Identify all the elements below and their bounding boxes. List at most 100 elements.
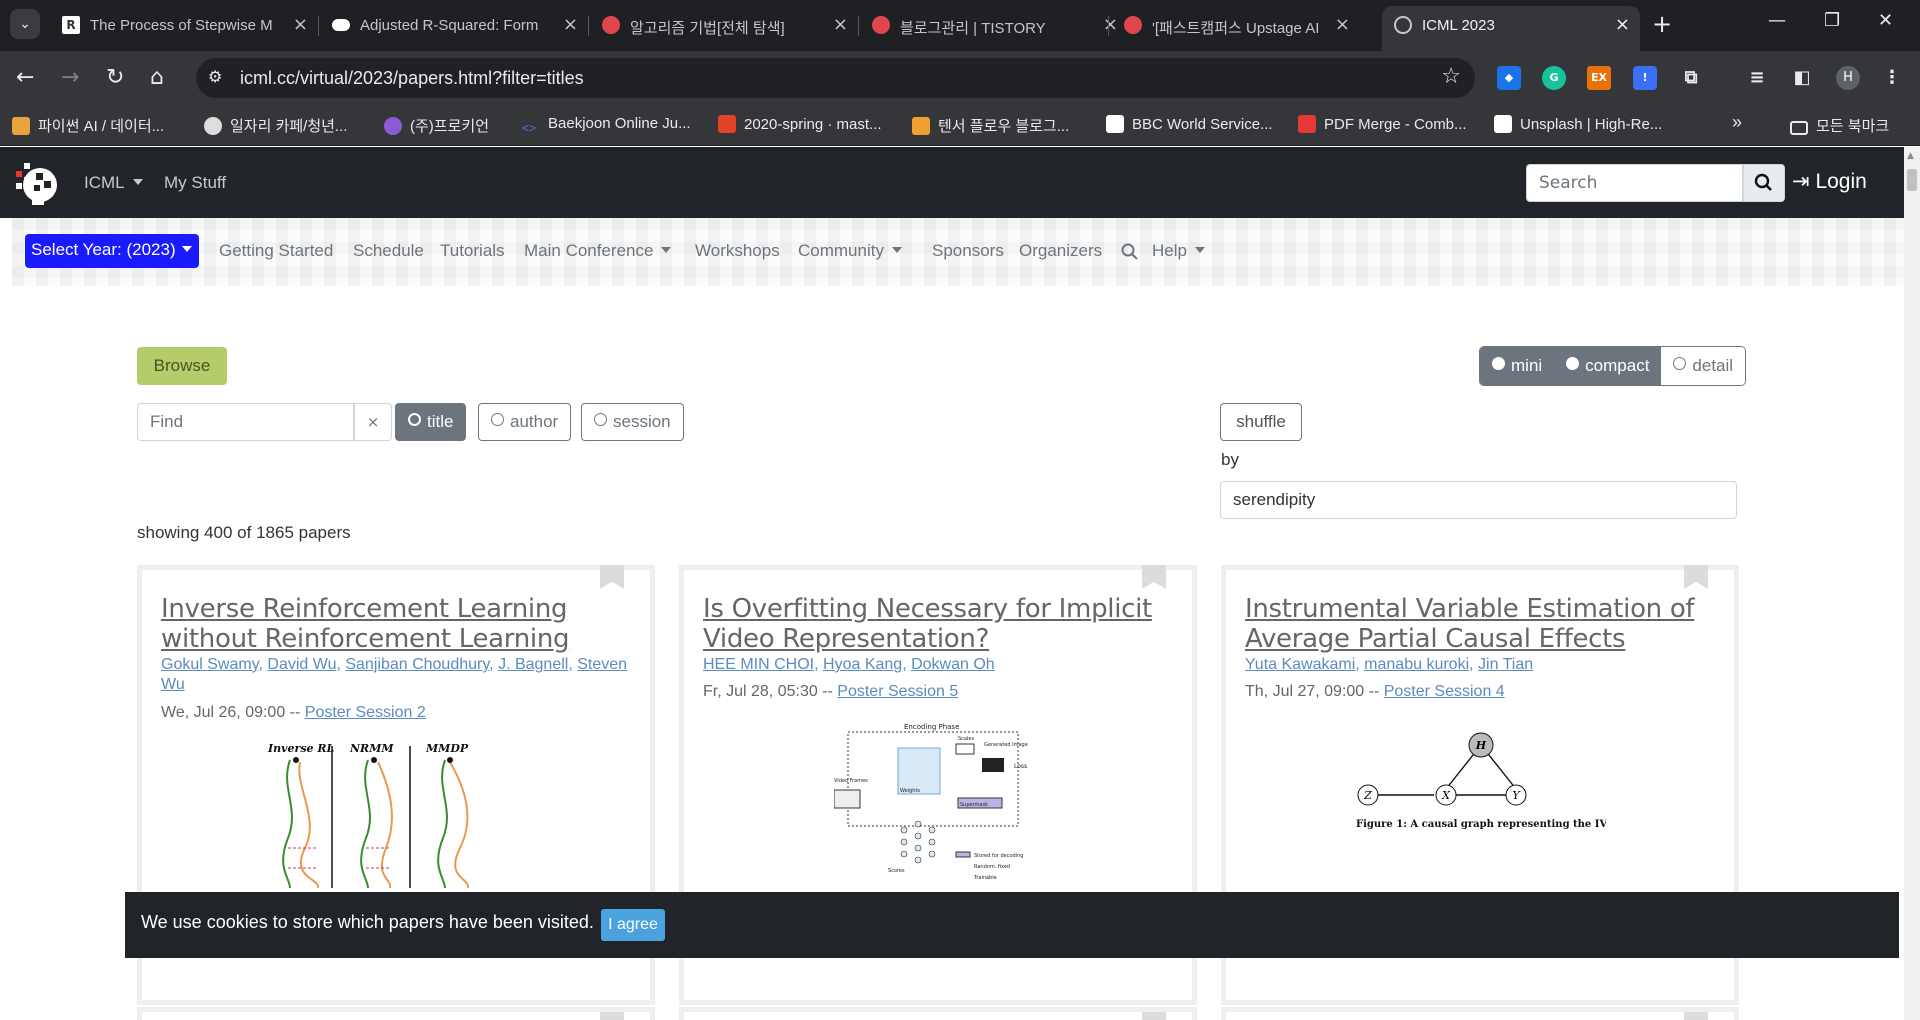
bookmark-item[interactable]: 2020-spring · mast...	[718, 115, 882, 133]
view-compact-option[interactable]: compact	[1554, 347, 1662, 385]
author-link[interactable]: HEE MIN CHOI	[703, 656, 814, 673]
bookmark-item[interactable]: <> Baekjoon Online Ju...	[522, 115, 691, 139]
bitwarden-icon[interactable]: !	[1633, 66, 1657, 90]
poster-session-link[interactable]: Poster Session 2	[305, 704, 426, 721]
page-scrollbar[interactable]: ▲	[1904, 147, 1920, 1020]
subnav-getting-started[interactable]: Getting Started	[219, 241, 333, 261]
paper-title-link[interactable]: Is Overfitting Necessary for Implicit Vi…	[703, 594, 1170, 654]
bookmark-item[interactable]: Unsplash | High-Re...	[1494, 115, 1662, 133]
paper-title-link[interactable]: Inverse Reinforcement Learning without R…	[161, 594, 628, 654]
paper-title-link[interactable]: Instrumental Variable Estimation of Aver…	[1245, 594, 1712, 654]
site-info-icon[interactable]: ⚙	[208, 67, 222, 86]
bookmark-item[interactable]: 일자리 카페/청년...	[204, 115, 347, 136]
side-panel-icon[interactable]: ◧	[1790, 66, 1814, 90]
bookmark-ribbon-icon[interactable]	[1684, 1012, 1708, 1020]
subnav-main-conference[interactable]: Main Conference	[524, 241, 672, 261]
bookmark-item[interactable]: 파이썬 AI / 데이터...	[12, 115, 164, 136]
icml-logo[interactable]	[14, 159, 62, 207]
tab-adjusted-r[interactable]: Adjusted R-Squared: Form ×	[320, 8, 588, 44]
subnav-help[interactable]: Help	[1152, 241, 1205, 261]
media-control-icon[interactable]: ≡	[1745, 66, 1769, 90]
profile-avatar[interactable]: H	[1836, 66, 1860, 90]
filter-author-option[interactable]: author	[478, 403, 572, 441]
site-search-input[interactable]: Search	[1526, 164, 1743, 202]
sort-by-select[interactable]: serendipity	[1220, 481, 1737, 519]
new-tab-button[interactable]: +	[1652, 10, 1672, 38]
author-link[interactable]: Jin Tian	[1478, 656, 1533, 673]
bookmark-star-icon[interactable]: ☆	[1441, 64, 1461, 89]
author-link[interactable]: manabu kuroki	[1364, 656, 1469, 673]
close-window-icon[interactable]: ✕	[1878, 10, 1893, 31]
scroll-up-icon[interactable]: ▲	[1907, 151, 1914, 161]
tab-stepwise[interactable]: R The Process of Stepwise M ×	[50, 8, 318, 44]
scrollbar-thumb[interactable]	[1907, 169, 1917, 191]
extension-ex-icon[interactable]: EX	[1587, 66, 1611, 90]
nav-icml[interactable]: ICML	[84, 173, 143, 193]
cookie-agree-button[interactable]: I agree	[601, 909, 665, 941]
author-link[interactable]: J. Bagnell	[498, 656, 568, 673]
author-link[interactable]: Yuta Kawakami	[1245, 656, 1355, 673]
filter-session-option[interactable]: session	[581, 403, 684, 441]
shuffle-button[interactable]: shuffle	[1220, 403, 1302, 441]
poster-session-link[interactable]: Poster Session 4	[1384, 683, 1505, 700]
login-link[interactable]: ⇥ Login	[1792, 169, 1867, 194]
select-year-dropdown[interactable]: Select Year: (2023)	[25, 234, 199, 268]
bookmark-ribbon-icon[interactable]	[1142, 565, 1166, 589]
home-icon[interactable]: ⌂	[150, 63, 164, 93]
close-icon[interactable]: ×	[293, 14, 308, 35]
close-icon[interactable]: ×	[1615, 14, 1630, 35]
all-bookmarks[interactable]: 모든 북마크	[1790, 115, 1889, 136]
bookmark-item[interactable]: PDF Merge - Comb...	[1298, 115, 1467, 133]
subnav-tutorials[interactable]: Tutorials	[440, 241, 505, 261]
forward-icon[interactable]: →	[61, 63, 79, 93]
close-icon[interactable]: ×	[833, 14, 848, 35]
poster-session-link[interactable]: Poster Session 5	[837, 683, 958, 700]
address-bar[interactable]: ⚙ icml.cc/virtual/2023/papers.html?filte…	[196, 58, 1475, 98]
figure-label: Scales	[958, 736, 974, 742]
url-text[interactable]: icml.cc/virtual/2023/papers.html?filter=…	[240, 68, 584, 89]
reload-icon[interactable]: ↻	[106, 63, 124, 93]
bookmark-ribbon-icon[interactable]	[600, 565, 624, 589]
bookmark-item[interactable]: BBC World Service...	[1106, 115, 1273, 133]
author-link[interactable]: Hyoa Kang	[823, 656, 902, 673]
author-link[interactable]: Dokwan Oh	[911, 656, 995, 673]
bookmark-item[interactable]: 텐서 플로우 블로그...	[912, 115, 1069, 136]
view-detail-option[interactable]: detail	[1661, 347, 1746, 385]
close-icon[interactable]: ×	[1335, 14, 1350, 35]
tensorflow-icon	[912, 117, 930, 135]
restore-icon[interactable]: ❐	[1824, 10, 1840, 31]
bookmark-ribbon-icon[interactable]	[1684, 565, 1708, 589]
bookmark-item[interactable]: (주)프로키언	[384, 115, 489, 136]
author-link[interactable]: Sanjiban Choudhury	[345, 656, 489, 673]
back-icon[interactable]: ←	[16, 63, 34, 93]
find-input[interactable]: Find	[137, 403, 354, 441]
view-mini-option[interactable]: mini	[1480, 347, 1555, 385]
browse-button[interactable]: Browse	[137, 347, 227, 385]
subnav-workshops[interactable]: Workshops	[695, 241, 780, 261]
grammarly-icon[interactable]: G	[1542, 66, 1566, 90]
tab-algorithm[interactable]: 알고리즘 기법[전체 탐색] ×	[590, 8, 858, 44]
extension-shield-icon[interactable]: ◆	[1497, 66, 1521, 90]
subnav-community[interactable]: Community	[798, 241, 902, 261]
extensions-puzzle-icon[interactable]: ⧉	[1679, 66, 1703, 90]
search-button[interactable]	[1743, 164, 1785, 202]
subnav-sponsors[interactable]: Sponsors	[932, 241, 1004, 261]
subnav-schedule[interactable]: Schedule	[353, 241, 424, 261]
bookmark-ribbon-icon[interactable]	[1142, 1012, 1166, 1020]
close-icon[interactable]: ×	[563, 14, 578, 35]
subnav-organizers[interactable]: Organizers	[1019, 241, 1102, 261]
author-link[interactable]: Gokul Swamy	[161, 656, 259, 673]
tab-icml-2023[interactable]: ICML 2023 ×	[1382, 6, 1640, 51]
minimize-icon[interactable]: —	[1768, 10, 1786, 31]
menu-kebab-icon[interactable]: ⋮	[1880, 66, 1904, 90]
clear-find-button[interactable]: ×	[354, 403, 392, 441]
bookmark-ribbon-icon[interactable]	[600, 1012, 624, 1020]
nav-my-stuff[interactable]: My Stuff	[164, 173, 226, 193]
tab-search-button[interactable]: ⌄	[10, 9, 40, 39]
tab-blog-admin[interactable]: 블로그관리 | TISTORY ×	[860, 8, 1128, 44]
tab-fastcampus[interactable]: '[패스트캠퍼스 Upstage AI ×	[1112, 8, 1360, 44]
bookmarks-overflow-icon[interactable]: »	[1732, 112, 1742, 133]
author-link[interactable]: David Wu	[267, 656, 336, 673]
search-icon[interactable]	[1120, 242, 1140, 262]
filter-title-option[interactable]: title	[395, 403, 467, 441]
